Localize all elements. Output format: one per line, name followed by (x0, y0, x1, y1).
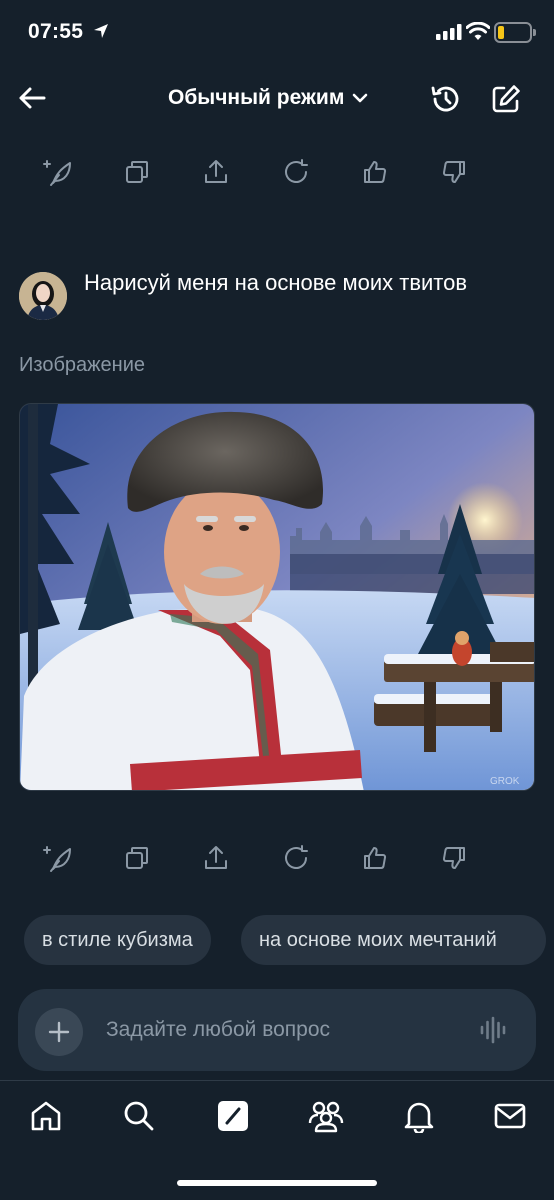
nav-home[interactable] (22, 1092, 70, 1140)
regenerate-button[interactable] (36, 150, 80, 194)
voice-waveform-icon (480, 1016, 506, 1044)
mode-selector[interactable]: Обычный режим (168, 82, 368, 114)
suggestion-chip-cubism[interactable]: в стиле кубизма (24, 915, 211, 965)
nav-communities[interactable] (302, 1092, 350, 1140)
thumbs-down-icon (442, 847, 465, 869)
result-type-label: Изображение (19, 354, 145, 376)
battery-cap (533, 29, 536, 36)
refresh-icon (284, 845, 308, 869)
copy-button[interactable] (115, 150, 159, 194)
like-button[interactable] (353, 836, 397, 880)
battery-icon (494, 22, 532, 43)
dislike-button[interactable] (432, 836, 476, 880)
attach-button[interactable] (35, 1008, 83, 1056)
nav-divider (0, 1080, 554, 1081)
history-icon (431, 86, 459, 112)
generated-image[interactable]: GROK (19, 403, 535, 791)
share-button[interactable] (194, 836, 238, 880)
suggestion-chip-dreams[interactable]: на основе моих мечтаний (241, 915, 546, 965)
search-icon (124, 1101, 154, 1131)
regenerate-button[interactable] (36, 836, 80, 880)
winter-portrait-illustration: GROK (20, 404, 534, 790)
battery-level (498, 26, 504, 39)
message-actions-top (36, 150, 476, 194)
home-icon (31, 1101, 61, 1131)
status-time: 07:55 (28, 20, 84, 43)
message-actions-bottom (36, 836, 476, 880)
compose-icon (492, 85, 520, 113)
mode-label: Обычный режим (168, 86, 345, 109)
new-chat-button[interactable] (486, 79, 526, 119)
nav-search[interactable] (115, 1092, 163, 1140)
dislike-button[interactable] (432, 150, 476, 194)
messages-icon (494, 1103, 526, 1129)
nav-notifications[interactable] (395, 1092, 443, 1140)
avatar-image (19, 272, 67, 320)
cellular-signal-icon (436, 24, 462, 40)
arrow-left-icon (19, 87, 46, 109)
back-button[interactable] (14, 80, 50, 116)
thumbs-up-icon (363, 847, 386, 869)
refresh-button[interactable] (274, 836, 318, 880)
user-avatar[interactable] (19, 272, 67, 320)
communities-icon (308, 1101, 344, 1133)
image-watermark: GROK (490, 776, 520, 787)
ask-input-container (18, 989, 536, 1071)
voice-button[interactable] (476, 1015, 512, 1045)
chevron-down-icon (353, 93, 368, 103)
share-icon (205, 160, 228, 183)
copy-button[interactable] (115, 836, 159, 880)
refresh-icon (284, 159, 308, 183)
regenerate-sparkle-icon (43, 160, 71, 186)
refresh-button[interactable] (274, 150, 318, 194)
thumbs-down-icon (442, 161, 465, 183)
wifi-icon (466, 22, 490, 40)
plus-icon (48, 1021, 70, 1043)
history-button[interactable] (426, 79, 466, 119)
regenerate-sparkle-icon (43, 846, 71, 872)
user-message-text: Нарисуй меня на основе моих твитов (84, 270, 468, 295)
notifications-icon (404, 1102, 434, 1133)
grok-icon (218, 1101, 248, 1131)
location-arrow-icon (94, 24, 108, 38)
nav-messages[interactable] (486, 1092, 534, 1140)
nav-grok[interactable] (209, 1092, 257, 1140)
share-icon (205, 846, 228, 869)
like-button[interactable] (353, 150, 397, 194)
ask-input[interactable] (106, 1011, 446, 1049)
copy-icon (126, 847, 149, 869)
home-indicator (177, 1180, 377, 1186)
share-button[interactable] (194, 150, 238, 194)
copy-icon (126, 161, 149, 183)
bottom-nav (0, 1092, 554, 1144)
thumbs-up-icon (363, 161, 386, 183)
